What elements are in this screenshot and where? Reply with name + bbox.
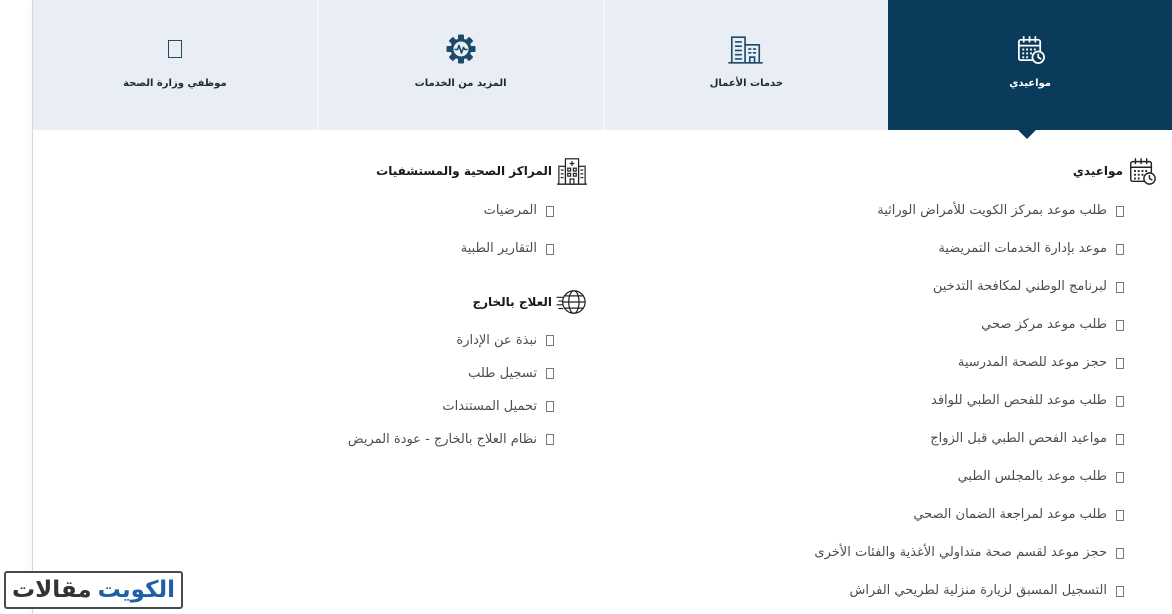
bullet-icon (1116, 357, 1124, 369)
bullet-icon (1116, 395, 1124, 407)
tab-label: خدمات الأعمال (709, 78, 784, 89)
active-tab-pointer (1018, 130, 1036, 139)
bullet-icon (1116, 547, 1124, 559)
calendar-clock-icon (888, 32, 1172, 66)
bullet-icon (1116, 585, 1124, 597)
list-item[interactable]: طلب موعد بمركز الكويت للأمراض الوراثية (814, 192, 1124, 230)
list-item-label[interactable]: نظام العلاج بالخارج - عودة المريض (348, 431, 537, 449)
bullet-icon (546, 205, 554, 217)
bullet-icon (1116, 471, 1124, 483)
appointments-list: طلب موعد بمركز الكويت للأمراض الوراثية م… (814, 192, 1124, 610)
list-item[interactable]: لبرنامج الوطني لمكافحة التدخين (814, 268, 1124, 306)
list-item[interactable]: نبذة عن الإدارة (348, 324, 554, 357)
globe-network-icon (556, 287, 588, 317)
tab-label: المزيد من الخدمات (414, 78, 507, 89)
list-item-label[interactable]: التسجيل المسبق لزيارة منزلية لطريحي الفر… (849, 582, 1107, 600)
list-item-label[interactable]: طلب موعد بمركز الكويت للأمراض الوراثية (877, 202, 1107, 220)
list-item-label[interactable]: طلب موعد مركز صحي (981, 316, 1107, 334)
list-item-label[interactable]: حجز موعد للصحة المدرسية (958, 354, 1107, 372)
health-centers-list: المرضيات التقارير الطبية (461, 192, 554, 268)
hospital-building-icon (556, 156, 588, 186)
tab-label: موظفي وزارة الصحة (123, 78, 227, 89)
treatment-abroad-list: نبذة عن الإدارة تسجيل طلب تحميل المستندا… (348, 324, 554, 456)
tab-my-appointments[interactable]: مواعيدي (888, 0, 1172, 130)
list-item-label[interactable]: حجز موعد لقسم صحة متداولي الأغذية والفئا… (814, 544, 1107, 562)
health-centers-heading: المراكز الصحية والمستشفيات (376, 156, 588, 186)
tab-label: مواعيدي (1009, 78, 1051, 89)
list-item-label[interactable]: مواعيد الفحص الطبي قبل الزواج (930, 430, 1107, 448)
watermark-word: الكويت (97, 577, 175, 603)
list-item[interactable]: طلب موعد مركز صحي (814, 306, 1124, 344)
list-item-label[interactable]: التقارير الطبية (461, 240, 537, 258)
placeholder-icon (33, 32, 317, 66)
list-item[interactable]: تسجيل طلب (348, 357, 554, 390)
bullet-icon (546, 335, 554, 346)
tab-more-services[interactable]: المزيد من الخدمات (316, 0, 603, 130)
list-item-label[interactable]: تسجيل طلب (468, 365, 537, 383)
site-watermark-logo: مقالات الكويت (4, 571, 183, 609)
list-item[interactable]: مواعيد الفحص الطبي قبل الزواج (814, 420, 1124, 458)
list-item[interactable]: حجز موعد للصحة المدرسية (814, 344, 1124, 382)
list-item[interactable]: طلب موعد للفحص الطبي للوافد (814, 382, 1124, 420)
office-building-icon (605, 32, 889, 66)
list-item[interactable]: تحميل المستندات (348, 390, 554, 423)
bullet-icon (546, 401, 554, 412)
section-title: مواعيدي (1072, 164, 1123, 178)
list-item[interactable]: نظام العلاج بالخارج - عودة المريض (348, 423, 554, 456)
list-item-label[interactable]: طلب موعد لمراجعة الضمان الصحي (913, 506, 1107, 524)
list-item-label[interactable]: طلب موعد بالمجلس الطبي (958, 468, 1107, 486)
section-title: المراكز الصحية والمستشفيات (376, 164, 552, 178)
list-item[interactable]: حجز موعد لقسم صحة متداولي الأغذية والفئا… (814, 534, 1124, 572)
section-title: العلاج بالخارج (472, 295, 552, 309)
bullet-icon (1116, 509, 1124, 521)
list-item-label[interactable]: نبذة عن الإدارة (456, 332, 537, 350)
watermark-word: مقالات (12, 577, 92, 603)
treatment-abroad-heading: العلاج بالخارج (472, 287, 588, 317)
list-item-label[interactable]: موعد بإدارة الخدمات التمريضية (938, 240, 1107, 258)
list-item[interactable]: طلب موعد لمراجعة الضمان الصحي (814, 496, 1124, 534)
list-item-label[interactable]: تحميل المستندات (442, 398, 537, 416)
main-tab-bar: مواعيدي خدمات الأعمال المزيد من الخدمات … (33, 0, 1172, 130)
list-item[interactable]: التقارير الطبية (461, 230, 554, 268)
bullet-icon (1116, 205, 1124, 217)
bullet-icon (546, 434, 554, 445)
appointments-heading: مواعيدي (1073, 156, 1157, 186)
tab-business-services[interactable]: خدمات الأعمال (602, 0, 889, 130)
bullet-icon (1116, 433, 1124, 445)
bullet-icon (1116, 319, 1124, 331)
bullet-icon (1116, 243, 1124, 255)
gear-pulse-icon (319, 32, 603, 66)
list-item-label[interactable]: المرضيات (484, 202, 537, 220)
list-item[interactable]: طلب موعد بالمجلس الطبي (814, 458, 1124, 496)
list-item-label[interactable]: طلب موعد للفحص الطبي للوافد (931, 392, 1107, 410)
bullet-icon (546, 368, 554, 379)
list-item-label[interactable]: لبرنامج الوطني لمكافحة التدخين (933, 278, 1107, 296)
calendar-clock-icon (1127, 156, 1157, 186)
list-item[interactable]: التسجيل المسبق لزيارة منزلية لطريحي الفر… (814, 572, 1124, 610)
tab-moh-employees[interactable]: موظفي وزارة الصحة (33, 0, 317, 130)
list-item[interactable]: موعد بإدارة الخدمات التمريضية (814, 230, 1124, 268)
bullet-icon (546, 243, 554, 255)
bullet-icon (1116, 281, 1124, 293)
list-item[interactable]: المرضيات (461, 192, 554, 230)
